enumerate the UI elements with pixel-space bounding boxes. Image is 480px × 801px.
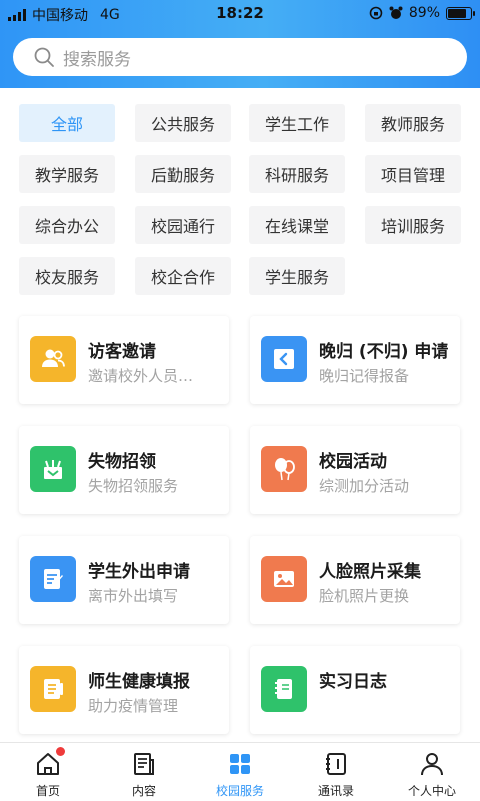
search-icon	[34, 47, 54, 67]
service-subtitle: 邀请校外人员…	[88, 367, 194, 385]
tab-label: 个人中心	[407, 784, 456, 798]
tab-campus-services[interactable]: 校园服务	[192, 743, 288, 801]
category-chip[interactable]: 校企合作	[135, 257, 231, 295]
rotation-lock-icon	[369, 6, 383, 20]
service-title: 学生外出申请	[88, 562, 190, 582]
service-subtitle: 脸机照片更换	[319, 587, 410, 605]
alarm-icon	[389, 6, 403, 19]
service-card-campus-activity[interactable]: 校园活动 综测加分活动	[250, 426, 460, 514]
service-title: 人脸照片采集	[319, 562, 421, 582]
category-chip[interactable]: 科研服务	[249, 155, 345, 193]
category-chip[interactable]: 培训服务	[365, 206, 461, 244]
category-chip[interactable]: 后勤服务	[135, 155, 231, 193]
status-bar: 中国移动 4G 18:22 89%	[0, 0, 480, 26]
service-card-internship-log[interactable]: 实习日志	[250, 646, 460, 734]
visitors-icon	[30, 336, 76, 382]
service-title: 实习日志	[319, 672, 387, 692]
search-bar[interactable]: 搜索服务	[13, 38, 467, 76]
search-input[interactable]: 搜索服务	[63, 45, 131, 70]
content-icon	[134, 753, 154, 775]
category-chip[interactable]: 在线课堂	[249, 206, 345, 244]
tab-content[interactable]: 内容	[96, 743, 192, 801]
service-title: 晚归 (不归) 申请	[319, 342, 449, 362]
service-card-visitor[interactable]: 访客邀请 邀请校外人员…	[19, 316, 229, 404]
service-subtitle: 综测加分活动	[319, 477, 410, 495]
service-card-student-outing[interactable]: 学生外出申请 离市外出填写	[19, 536, 229, 624]
category-chip[interactable]: 项目管理	[365, 155, 461, 193]
notebook-icon	[261, 666, 307, 712]
service-title: 失物招领	[88, 452, 156, 472]
category-chip[interactable]: 学生服务	[249, 257, 345, 295]
contacts-icon	[326, 753, 346, 775]
bottom-tab-bar: 首页 内容 校园服务 通讯录 个人中心	[0, 742, 480, 801]
service-card-health-report[interactable]: 师生健康填报 助力疫情管理	[19, 646, 229, 734]
grid-icon	[230, 754, 250, 774]
category-chip[interactable]: 教师服务	[365, 104, 461, 142]
notification-badge	[56, 747, 65, 756]
service-subtitle: 助力疫情管理	[88, 697, 179, 715]
service-subtitle: 失物招领服务	[88, 477, 179, 495]
tab-label: 校园服务	[215, 784, 264, 798]
edit-form-icon	[30, 556, 76, 602]
category-chip[interactable]: 学生工作	[249, 104, 345, 142]
tab-label: 通讯录	[317, 784, 354, 798]
tab-label: 首页	[35, 784, 60, 798]
service-subtitle: 晚归记得报备	[319, 367, 410, 385]
user-icon	[421, 753, 443, 776]
service-title: 访客邀请	[88, 342, 156, 362]
lost-found-icon	[30, 446, 76, 492]
service-title: 校园活动	[319, 452, 387, 472]
category-chip[interactable]: 综合办公	[19, 206, 115, 244]
tab-label: 内容	[131, 784, 156, 798]
health-report-icon	[30, 666, 76, 712]
photo-icon	[261, 556, 307, 602]
tab-home[interactable]: 首页	[0, 743, 96, 801]
category-chip[interactable]: 校友服务	[19, 257, 115, 295]
category-chip[interactable]: 公共服务	[135, 104, 231, 142]
tab-profile[interactable]: 个人中心	[384, 743, 480, 801]
category-chip[interactable]: 全部	[19, 104, 115, 142]
service-title: 师生健康填报	[88, 672, 190, 692]
category-chip[interactable]: 教学服务	[19, 155, 115, 193]
battery-percent: 89%	[408, 5, 440, 21]
category-chip[interactable]: 校园通行	[135, 206, 231, 244]
service-card-late-return[interactable]: 晚归 (不归) 申请 晚归记得报备	[250, 316, 460, 404]
balloon-icon	[261, 446, 307, 492]
header: 中国移动 4G 18:22 89% 搜索服务	[0, 0, 480, 88]
return-icon	[261, 336, 307, 382]
battery-icon	[446, 6, 475, 20]
service-subtitle: 离市外出填写	[88, 587, 179, 605]
service-card-face-photo[interactable]: 人脸照片采集 脸机照片更换	[250, 536, 460, 624]
service-card-lost-found[interactable]: 失物招领 失物招领服务	[19, 426, 229, 514]
tab-contacts[interactable]: 通讯录	[288, 743, 384, 801]
